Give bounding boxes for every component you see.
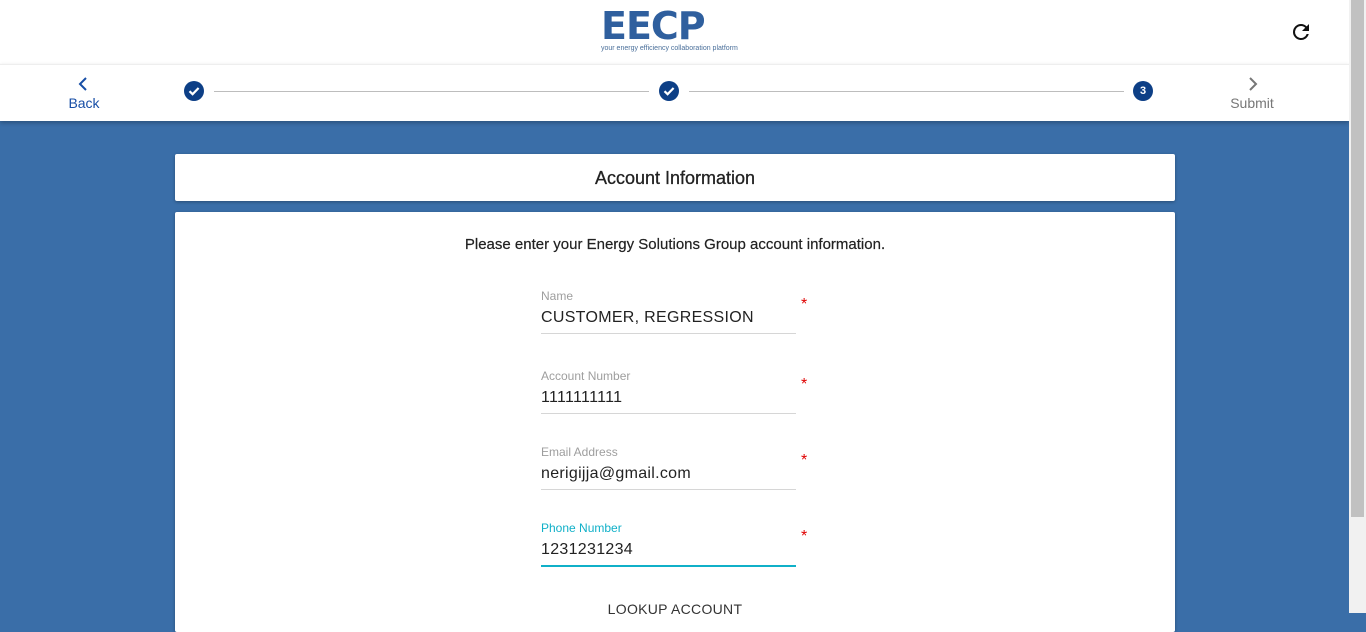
name-input[interactable] (541, 308, 796, 328)
page-title: Account Information (594, 168, 756, 188)
email-input[interactable] (541, 464, 796, 484)
phone-field: Phone Number (541, 521, 805, 567)
chevron-right-icon (1212, 75, 1292, 93)
step-connector (689, 91, 1124, 92)
lookup-account-button[interactable]: LOOKUP ACCOUNT (175, 601, 1175, 617)
top-header: EECP your energy efficiency collaboratio… (0, 0, 1349, 64)
submit-label: Submit (1230, 95, 1274, 111)
account-number-input[interactable] (541, 388, 796, 408)
phone-label: Phone Number (541, 521, 622, 535)
logo-wordmark: EECP (601, 4, 706, 48)
refresh-icon[interactable] (1289, 20, 1313, 44)
title-card: Account Information (175, 154, 1175, 201)
name-underline (541, 333, 796, 334)
required-marker: * (801, 296, 808, 313)
form-intro: Please enter your Energy Solutions Group… (464, 236, 886, 253)
email-underline (541, 489, 796, 490)
logo-tagline: your energy efficiency collaboration pla… (601, 45, 738, 52)
required-marker: * (801, 528, 808, 545)
required-marker: * (801, 452, 808, 469)
required-marker: * (801, 376, 808, 393)
eecp-logo: EECP your energy efficiency collaboratio… (600, 4, 745, 56)
email-field: Email Address (541, 445, 805, 490)
submit-button[interactable]: Submit (1212, 75, 1292, 115)
phone-input[interactable] (541, 540, 796, 560)
step-3-active: 3 (1133, 81, 1153, 101)
email-label: Email Address (541, 445, 618, 459)
scrollbar-thumb[interactable] (1351, 0, 1364, 517)
check-icon (663, 87, 675, 96)
back-button[interactable]: Back (44, 75, 124, 115)
stepper-bar: Back 3 Submit (0, 64, 1349, 121)
account-number-underline (541, 413, 796, 414)
account-number-field: Account Number (541, 369, 805, 414)
chevron-left-icon (44, 75, 124, 93)
back-label: Back (68, 95, 100, 111)
check-icon (188, 87, 200, 96)
account-number-label: Account Number (541, 369, 631, 383)
name-label: Name (541, 289, 574, 303)
phone-underline (541, 565, 796, 567)
account-form-card: Please enter your Energy Solutions Group… (175, 212, 1175, 632)
step-1-complete (184, 81, 204, 101)
step-connector (214, 91, 649, 92)
step-2-complete (659, 81, 679, 101)
name-field: Name (541, 289, 805, 334)
